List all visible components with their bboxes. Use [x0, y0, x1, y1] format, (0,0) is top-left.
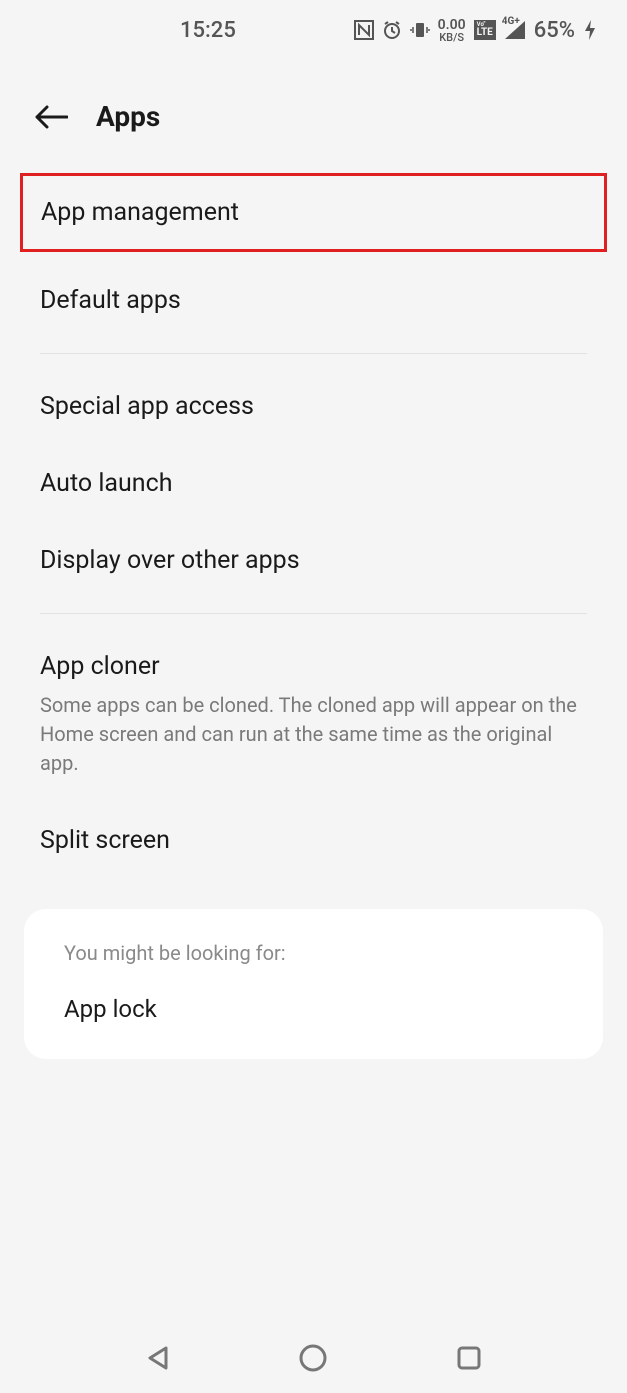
divider [40, 613, 587, 614]
data-rate: 0.00KB/S [438, 18, 466, 43]
navigation-bar [0, 1323, 627, 1393]
item-label: Special app access [40, 392, 254, 421]
item-default-apps[interactable]: Default apps [0, 262, 627, 339]
battery-text: 65% [534, 18, 575, 43]
volte-icon: Vo"LTE [474, 20, 496, 40]
status-bar: 15:25 0.00KB/S Vo"LTE 4G+ 65% [0, 0, 627, 60]
suggestion-app-lock[interactable]: App lock [64, 995, 563, 1023]
item-label: Split screen [40, 826, 170, 855]
page-title: Apps [96, 100, 160, 133]
status-right: 0.00KB/S Vo"LTE 4G+ 65% [354, 18, 597, 43]
item-display-over-other-apps[interactable]: Display over other apps [0, 522, 627, 599]
suggestion-card: You might be looking for: App lock [24, 909, 603, 1059]
item-app-management[interactable]: App management [20, 173, 607, 252]
item-auto-launch[interactable]: Auto launch [0, 445, 627, 522]
item-label: Auto launch [40, 469, 172, 498]
suggestion-hint: You might be looking for: [64, 941, 563, 965]
back-icon[interactable] [34, 104, 68, 130]
nav-recent-icon[interactable] [452, 1341, 486, 1375]
charging-icon [583, 19, 597, 41]
item-special-app-access[interactable]: Special app access [0, 368, 627, 445]
signal-icon: 4G+ [504, 20, 526, 40]
item-label: App cloner [40, 652, 160, 681]
vibrate-icon [410, 20, 430, 40]
nav-back-icon[interactable] [141, 1341, 175, 1375]
nav-home-icon[interactable] [296, 1341, 330, 1375]
settings-list: App management Default apps Special app … [0, 173, 627, 1059]
nfc-icon [354, 20, 374, 40]
divider [40, 353, 587, 354]
item-label: Display over other apps [40, 546, 300, 575]
alarm-icon [382, 20, 402, 40]
status-time: 15:25 [180, 18, 236, 43]
header: Apps [0, 60, 627, 163]
item-split-screen[interactable]: Split screen [0, 802, 627, 879]
item-label: Default apps [40, 286, 181, 315]
item-app-cloner[interactable]: App cloner Some apps can be cloned. The … [0, 628, 627, 802]
item-label: App management [41, 198, 239, 227]
item-subtitle: Some apps can be cloned. The cloned app … [40, 691, 587, 778]
